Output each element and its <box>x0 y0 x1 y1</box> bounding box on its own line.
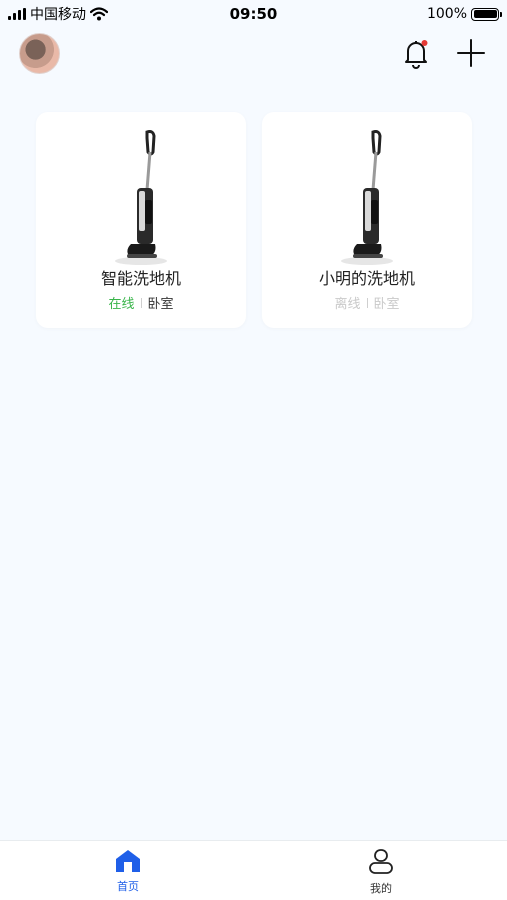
floor-washer-image <box>341 130 393 265</box>
status-right: 100% <box>426 6 502 22</box>
tab-mine[interactable]: 我的 <box>351 849 411 897</box>
tab-home[interactable]: 首页 <box>98 849 158 897</box>
battery-icon <box>471 7 502 21</box>
tab-home-label: 首页 <box>117 880 139 893</box>
profile-icon <box>369 849 393 874</box>
user-avatar[interactable] <box>19 33 60 74</box>
status-left: 中国移动 <box>8 4 108 24</box>
device-name: 智能洗地机 <box>100 269 181 288</box>
wifi-icon <box>90 7 108 21</box>
device-meta: 在线 卧室 <box>36 293 246 312</box>
device-status: 在线 <box>108 297 135 312</box>
carrier-name: 中国移动 <box>30 7 86 23</box>
device-name: 小明的洗地机 <box>318 269 415 288</box>
device-status: 离线 <box>334 297 361 312</box>
device-room: 卧室 <box>373 297 400 312</box>
notification-dot <box>421 40 428 46</box>
device-card-xiaoming-washer[interactable]: 小明的洗地机 离线 卧室 <box>262 112 472 328</box>
bottom-tab-bar: 首页 我的 <box>0 840 507 900</box>
status-time: 09:50 <box>229 5 278 23</box>
floor-washer-image <box>115 130 167 265</box>
device-meta: 离线 卧室 <box>262 293 472 312</box>
device-card-smart-washer[interactable]: 智能洗地机 在线 卧室 <box>36 112 246 328</box>
plus-icon[interactable] <box>455 36 487 70</box>
status-bar: 中国移动 09:50 100% <box>0 0 507 28</box>
bell-icon[interactable] <box>400 36 432 70</box>
signal-icon <box>8 8 26 20</box>
battery-percent: 100% <box>426 6 467 22</box>
tab-mine-label: 我的 <box>370 882 392 895</box>
device-room: 卧室 <box>147 297 174 312</box>
home-icon <box>116 850 140 872</box>
battery-level <box>473 10 497 18</box>
app-header <box>0 32 507 76</box>
meta-divider <box>140 297 142 308</box>
meta-divider <box>366 297 368 308</box>
